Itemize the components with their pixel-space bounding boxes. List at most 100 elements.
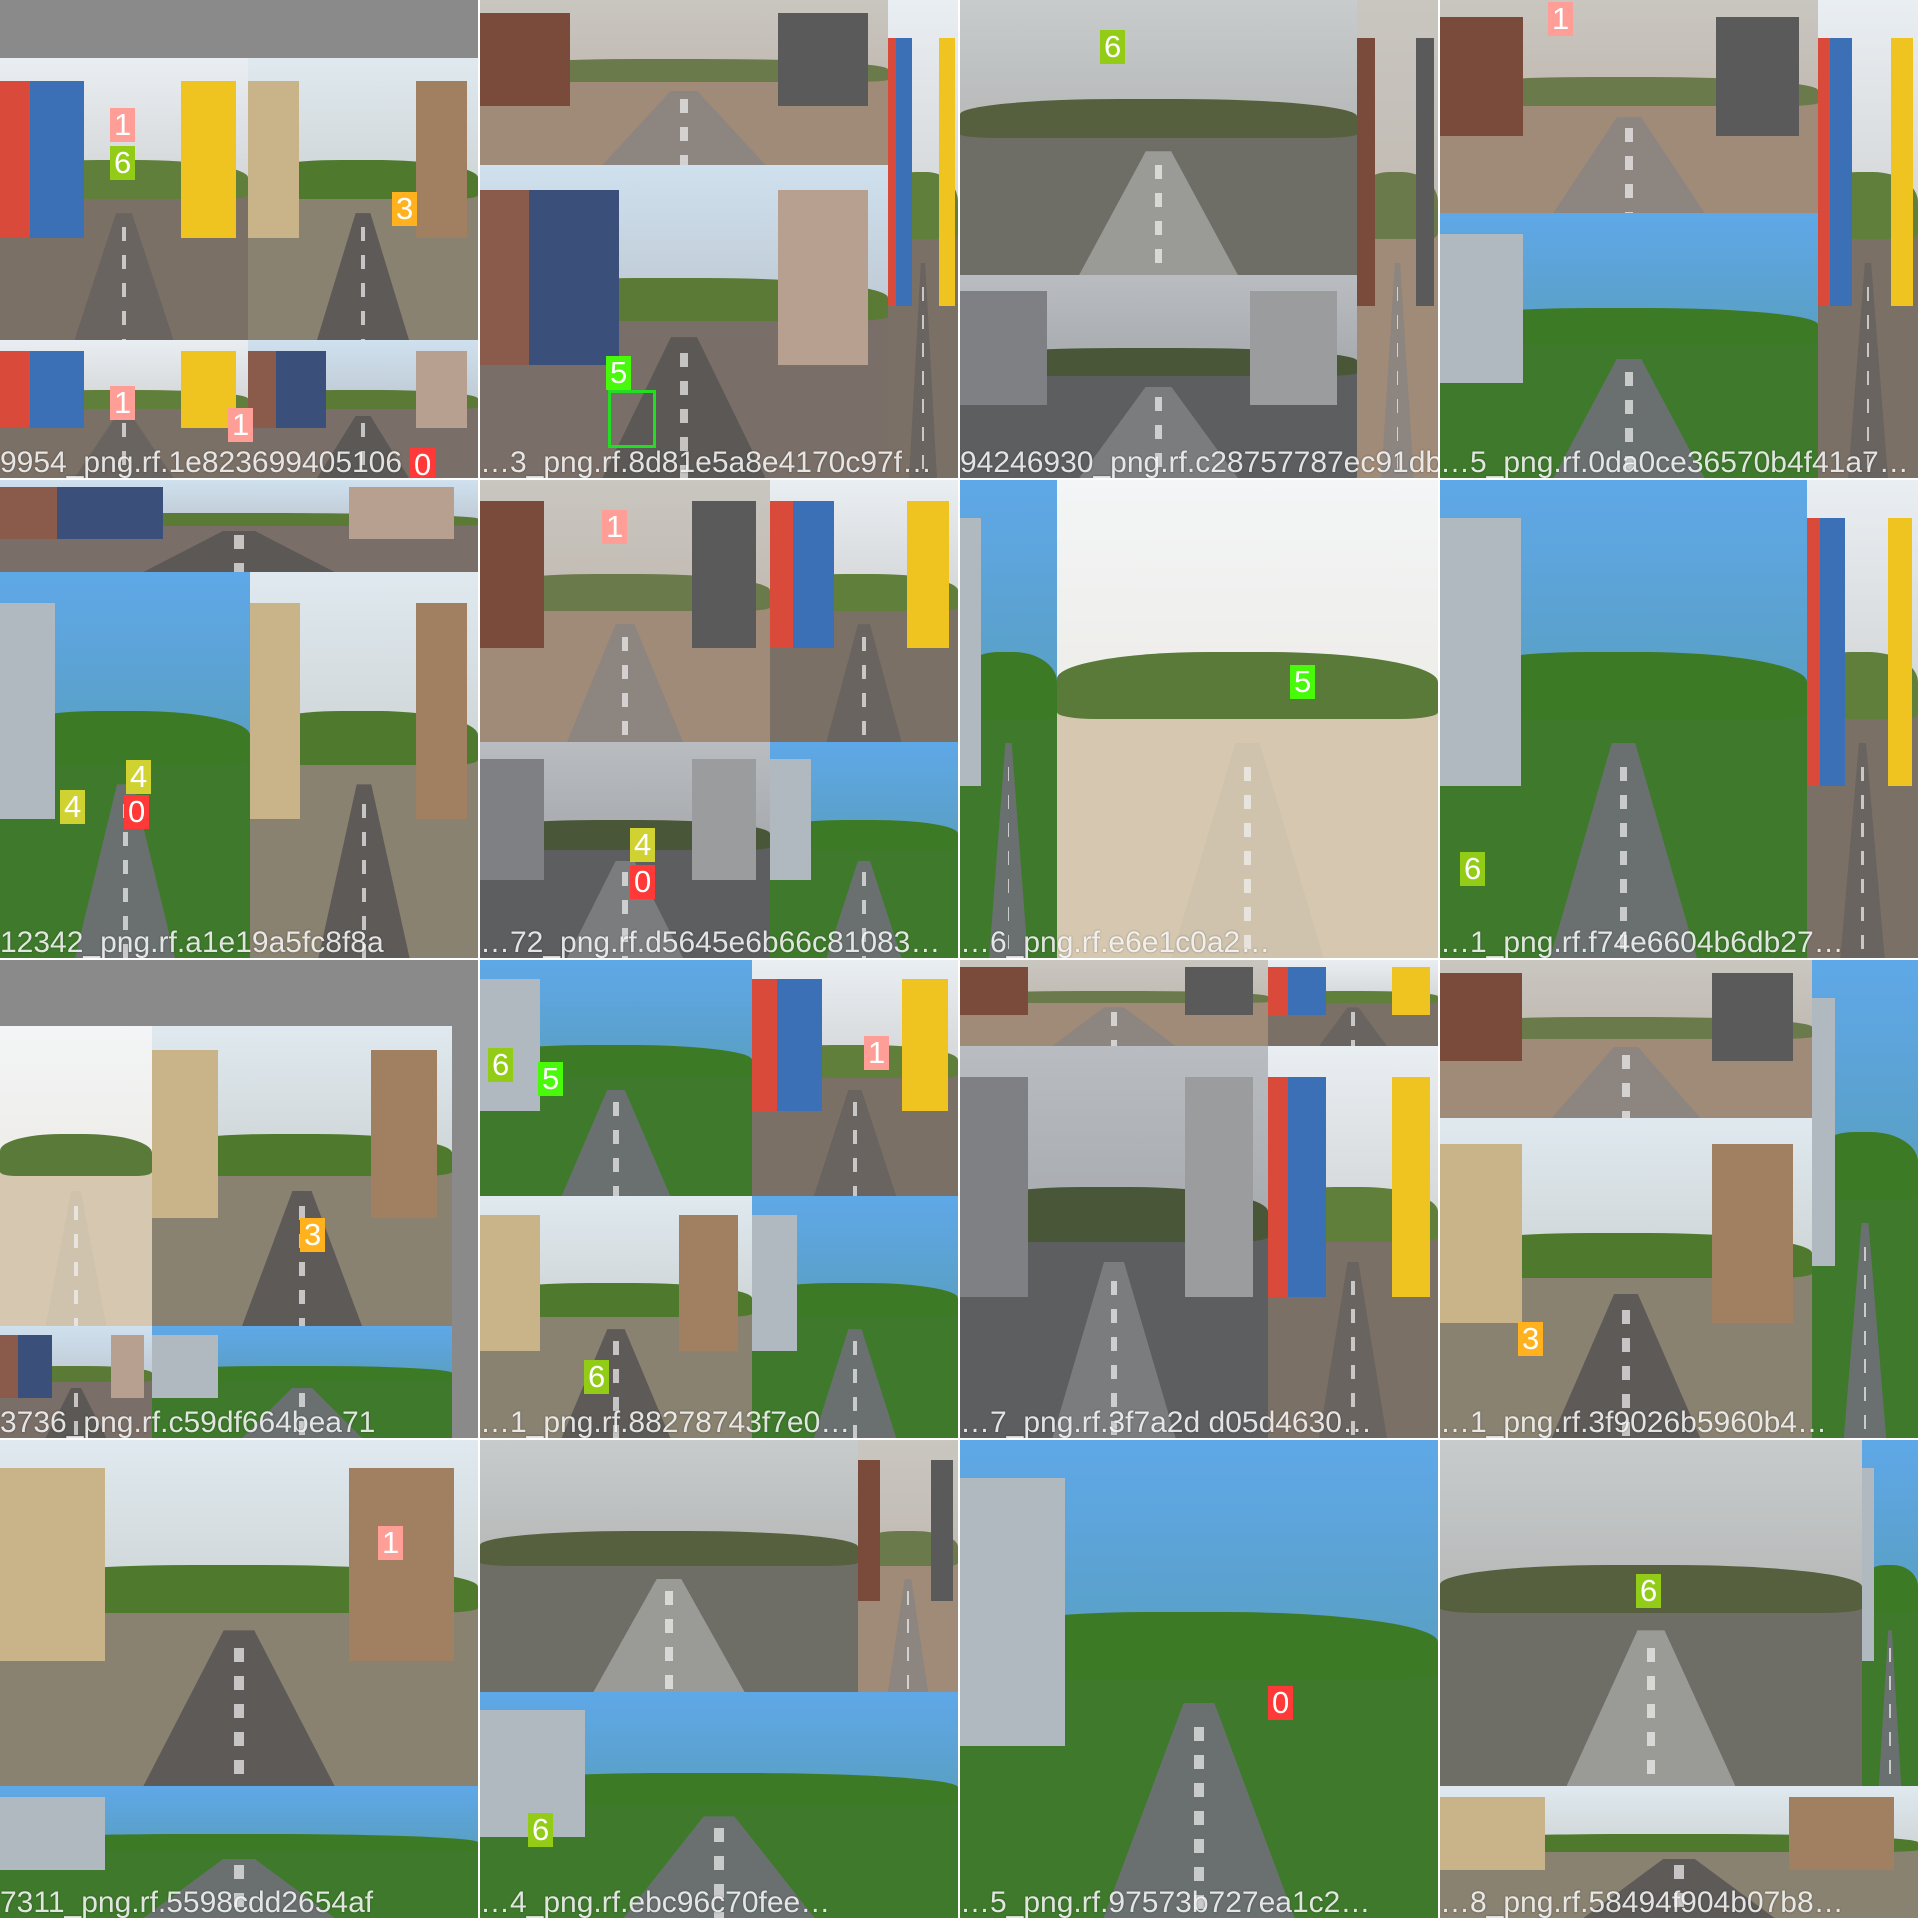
building (1440, 17, 1524, 145)
mosaic-cell[interactable]: 1 …5_png.rf.0da0ce36570b4f41a7… (1440, 0, 1920, 480)
photo-tile (480, 960, 752, 1196)
mosaic-cell[interactable]: 1 7311_png.rf.5598cdd2654af (0, 1440, 480, 1920)
lane-marking (622, 637, 628, 742)
building (1288, 1077, 1326, 1313)
mosaic-grid: 1 6 3 1 1 0 9954_png.rf.1e823699405106 5 …3_png.… (0, 0, 1920, 1920)
class-label-badge: 4 (126, 760, 152, 794)
building (29, 351, 85, 434)
building (1440, 1143, 1522, 1336)
mosaic-cell[interactable]: 0 …5_png.rf.97573b727ea1c2… (960, 1440, 1440, 1920)
lane-marking (1351, 1011, 1355, 1046)
building (960, 291, 1048, 414)
building (57, 487, 163, 543)
lane-marking (862, 637, 866, 742)
lane-marking (852, 1101, 858, 1196)
building (931, 1460, 953, 1612)
photo-tile (0, 58, 248, 340)
mosaic-cell[interactable]: 1 6 3 1 1 0 9954_png.rf.1e823699405106 (0, 0, 480, 480)
photo-tile (1812, 960, 1918, 1438)
building (960, 518, 982, 806)
building (770, 759, 812, 889)
image-filename-caption: …3_png.rf.8d81e5a8e4170c97f… (480, 446, 933, 479)
building (275, 351, 327, 434)
photo-tile (0, 480, 478, 572)
building (480, 13, 570, 113)
image-filename-caption: 12342_png.rf.a1e19a5fc8f8a (0, 926, 384, 959)
photo-tile (0, 1440, 478, 1786)
photo-tile (1818, 0, 1918, 478)
building (678, 1215, 739, 1361)
class-label-badge: 4 (60, 790, 86, 824)
mosaic-cell[interactable]: 3 …1_png.rf.3f9026b5960b4… (1440, 960, 1920, 1440)
class-label-badge: 1 (602, 510, 628, 544)
class-label-badge: 6 (488, 1048, 514, 1082)
building (480, 500, 544, 659)
lane-marking (1646, 1647, 1656, 1786)
lane-marking (1625, 127, 1633, 213)
class-label-badge: 1 (1548, 2, 1574, 36)
photo-tile (152, 1026, 452, 1326)
photo-tile (480, 1196, 752, 1438)
class-label-badge: 4 (630, 828, 656, 862)
mosaic-cell[interactable]: 1 4 0 …72_png.rf.d5645e6b66c81083… (480, 480, 960, 960)
building (528, 190, 619, 378)
building (1440, 518, 1521, 806)
lane-marking (360, 227, 366, 340)
mosaic-cell[interactable]: 6 …4_png.rf.ebc96c70fee… (480, 1440, 960, 1920)
photo-tile (1807, 480, 1918, 958)
building (777, 190, 868, 378)
building (1788, 1796, 1895, 1876)
photo-tile (960, 0, 1357, 275)
building (1891, 38, 1913, 326)
building (752, 1215, 798, 1361)
building (1249, 291, 1338, 414)
lane-marking (665, 1591, 673, 1692)
photo-tile (1268, 960, 1438, 1046)
image-filename-caption: …1_png.rf.88278743f7e0… (480, 1406, 851, 1439)
lane-marking (234, 1647, 244, 1786)
lane-marking (234, 535, 244, 572)
mosaic-cell[interactable]: 5 …3_png.rf.8d81e5a8e4170c97f… (480, 0, 960, 480)
building (691, 500, 756, 659)
class-label-badge: 1 (378, 1526, 404, 1560)
mosaic-cell[interactable]: …7_png.rf.3f7a2d d05d4630… (960, 960, 1440, 1440)
image-filename-caption: …4_png.rf.ebc96c70fee… (480, 1886, 831, 1919)
building (0, 602, 55, 835)
building (480, 759, 544, 889)
photo-tile (960, 480, 1057, 958)
building (792, 500, 834, 659)
image-filename-caption: 7311_png.rf.5598cdd2654af (0, 1886, 374, 1919)
image-filename-caption: …1_png.rf.f74e6604b6db27… (1440, 926, 1844, 959)
building (152, 1050, 218, 1230)
mosaic-cell[interactable]: 4 4 0 12342_png.rf.a1e19a5fc8f8a (0, 480, 480, 960)
image-filename-caption: 9954_png.rf.1e823699405106 (0, 446, 403, 479)
class-label-badge: 3 (300, 1218, 326, 1252)
class-label-badge: 5 (538, 1062, 564, 1096)
building (1416, 38, 1434, 326)
image-filename-caption: …6_png.rf.e6e1c0a2… (960, 926, 1271, 959)
mosaic-cell[interactable]: 6 …1_png.rf.f74e6604b6db27… (1440, 480, 1920, 960)
building (29, 80, 85, 250)
building (1715, 17, 1800, 145)
building (1830, 38, 1852, 326)
building (415, 351, 467, 434)
mosaic-cell[interactable]: 6 5 1 6 …1_png.rf.88278743f7e0… (480, 960, 960, 1440)
photo-tile (1440, 0, 1818, 213)
photo-tile (1057, 480, 1438, 958)
photo-tile (960, 1440, 1438, 1918)
photo-tile (1440, 213, 1818, 478)
building (960, 1478, 1066, 1766)
mosaic-cell[interactable]: 6 …8_png.rf.58494f904b07b8… (1440, 1440, 1920, 1920)
building (1288, 966, 1326, 1019)
building (776, 978, 823, 1121)
building (1357, 38, 1375, 326)
mosaic-cell[interactable]: 3 3736_png.rf.c59df664bea71 (0, 960, 480, 1440)
class-label-badge: 5 (1290, 665, 1316, 699)
building (248, 80, 299, 250)
building (348, 487, 455, 543)
mosaic-cell[interactable]: 6 94246930_png.rf.c28757787ec91db… (960, 0, 1440, 480)
mosaic-cell[interactable]: 5 …6_png.rf.e6e1c0a2… (960, 480, 1440, 960)
building (939, 38, 955, 326)
building (1812, 998, 1836, 1286)
photo-tile (0, 572, 250, 958)
